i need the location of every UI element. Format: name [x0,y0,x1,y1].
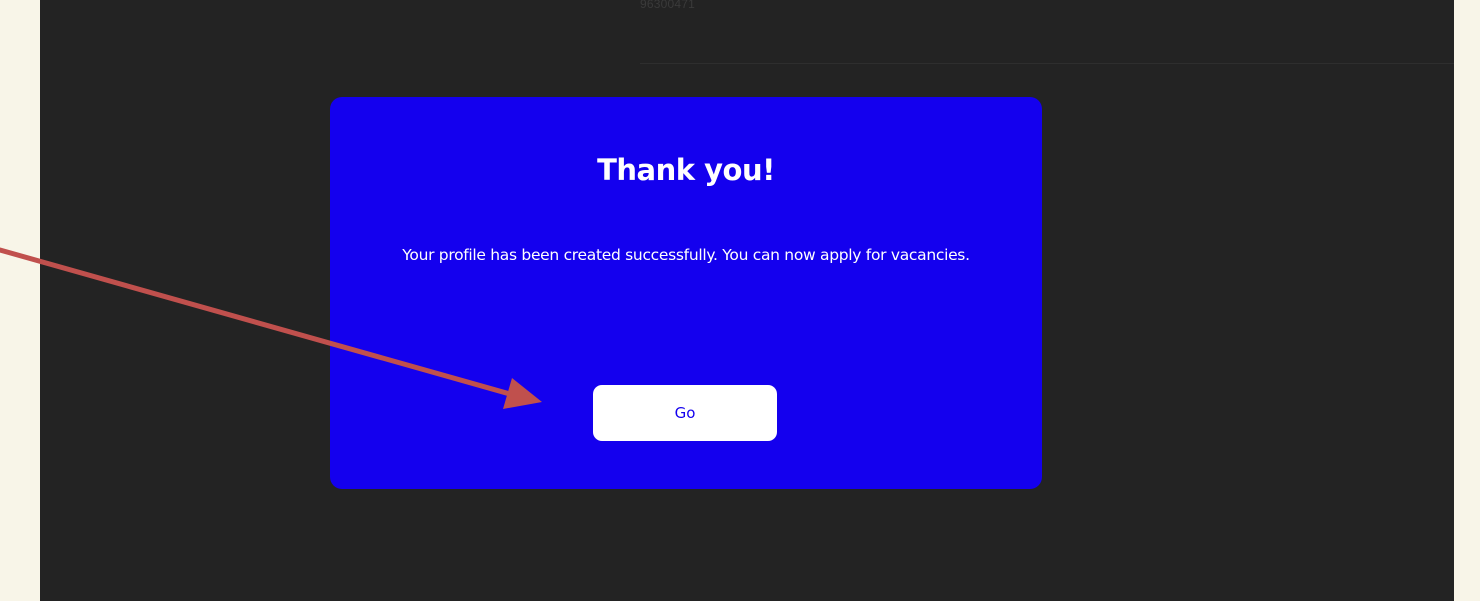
success-modal: Thank you! Your profile has been created… [330,97,1042,489]
modal-title: Thank you! [597,153,775,187]
background-divider [640,63,1454,64]
app-window: 96300471 Thank you! Your profile has bee… [40,0,1454,601]
go-button[interactable]: Go [593,385,777,441]
modal-message: Your profile has been created successful… [402,246,970,264]
screenshot-frame: 96300471 Thank you! Your profile has bee… [0,0,1480,601]
background-id-text: 96300471 [640,0,695,11]
